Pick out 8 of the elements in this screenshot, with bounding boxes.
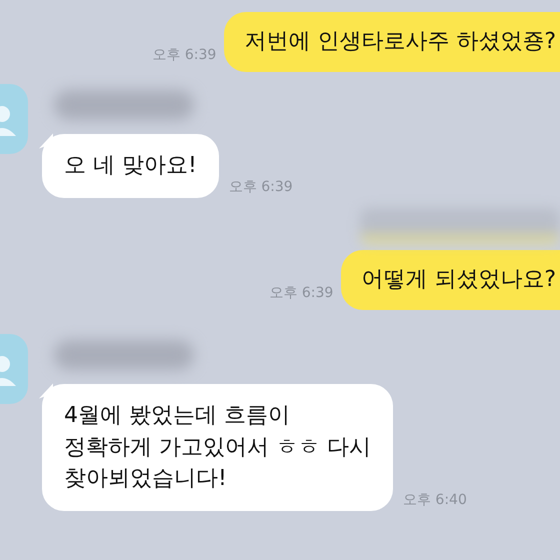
message-time: 오후 6:39 (152, 46, 216, 65)
message-bubble: 저번에 인생타로사주 하셨었죵? (224, 12, 560, 72)
message-time: 오후 6:40 (402, 491, 467, 510)
message-bubble: 어떻게 되셨었나요? (341, 250, 560, 310)
message-time: 오후 6:39 (228, 178, 293, 197)
message-bubble: 4월에 봤었는데 흐름이 정확하게 가고있어서 ㅎㅎ 다시 찾아뵈었습니다! (42, 384, 393, 512)
message-bubble: 오 네 맞아요! (42, 134, 219, 198)
message-time: 오후 6:39 (269, 284, 334, 303)
